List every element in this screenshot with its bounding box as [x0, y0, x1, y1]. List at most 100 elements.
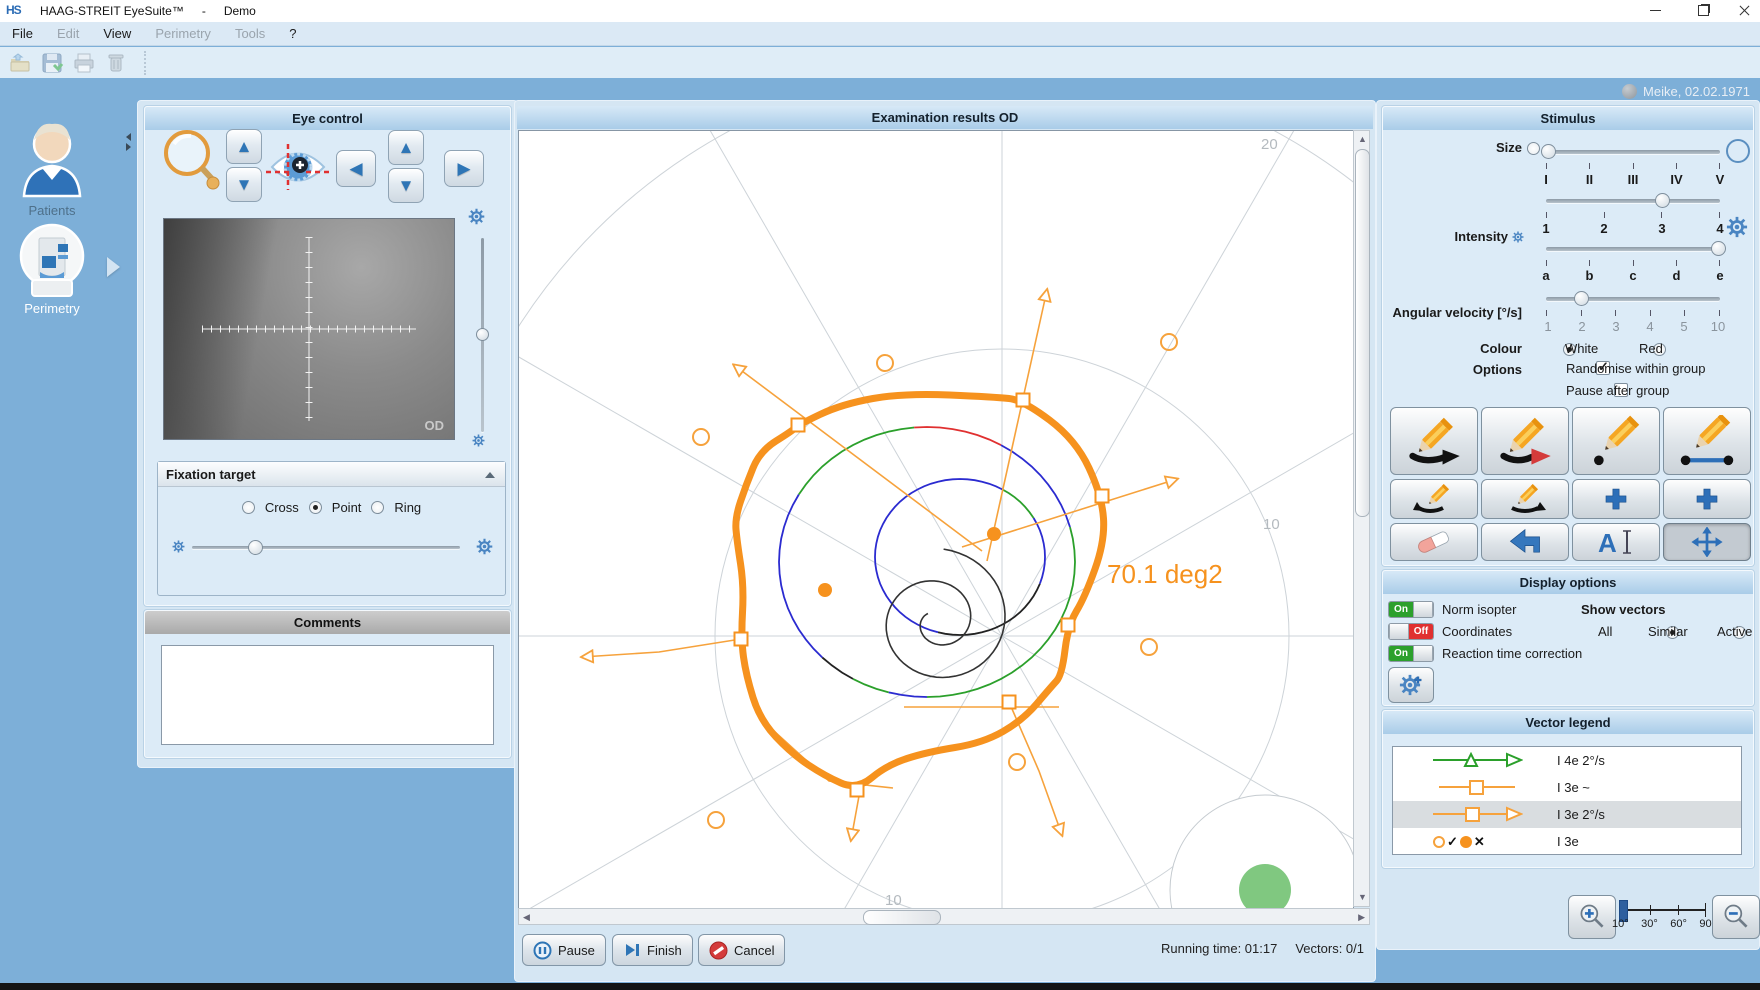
- magnifier-icon[interactable]: [160, 126, 222, 200]
- comments-textarea[interactable]: [161, 645, 494, 745]
- intensity-number-ticks: [1546, 212, 1720, 218]
- legend-row-3[interactable]: I 3e 2°/s: [1393, 801, 1741, 828]
- eye-tracking-icon[interactable]: [266, 138, 330, 196]
- angular-velocity-slider[interactable]: [1546, 297, 1720, 301]
- exam-hscrollbar[interactable]: ◀ ▶: [518, 908, 1370, 925]
- size-slider[interactable]: [1546, 150, 1720, 154]
- zoom-range-slider[interactable]: [1622, 909, 1706, 911]
- fixation-bright-icon[interactable]: [476, 538, 493, 555]
- eraser-button[interactable]: [1390, 523, 1478, 561]
- save-icon[interactable]: [40, 51, 64, 75]
- open-icon[interactable]: [8, 51, 32, 75]
- sidebar-item-patients[interactable]: Patients: [0, 203, 104, 218]
- draw-point-button[interactable]: [1572, 407, 1660, 475]
- restore-button[interactable]: [1688, 0, 1718, 21]
- fixation-target-title: Fixation target: [166, 467, 256, 482]
- exam-hscrollbar-thumb[interactable]: [863, 910, 941, 925]
- fixation-point-radio[interactable]: [309, 501, 322, 514]
- stimulus-preview-icon[interactable]: [1726, 139, 1750, 163]
- vector-legend-header: Vector legend: [1383, 711, 1753, 734]
- menu-view[interactable]: View: [103, 26, 131, 41]
- intensity-number-slider-thumb[interactable]: [1655, 193, 1670, 208]
- undo-button[interactable]: [1481, 523, 1569, 561]
- print-icon[interactable]: [72, 51, 96, 75]
- fixation-cross-radio[interactable]: [242, 501, 255, 514]
- norm-isopter-toggle[interactable]: On: [1388, 601, 1434, 618]
- cancel-icon: [709, 941, 728, 960]
- perimetry-icon[interactable]: [18, 222, 86, 300]
- patients-icon[interactable]: [16, 114, 88, 200]
- scroll-right-icon[interactable]: ▶: [1358, 913, 1365, 922]
- delete-icon[interactable]: [104, 51, 128, 75]
- draw-vector-button[interactable]: [1390, 407, 1478, 475]
- fixation-size-slider-thumb[interactable]: [248, 540, 263, 555]
- text-tool-button[interactable]: A: [1572, 523, 1660, 561]
- intensity-letter-slider[interactable]: [1546, 247, 1720, 251]
- options-label: Options: [1446, 362, 1522, 377]
- menu-bar: File Edit View Perimetry Tools ?: [0, 22, 1760, 46]
- size-slider-thumb[interactable]: [1541, 144, 1556, 159]
- exam-vscrollbar[interactable]: ▲ ▼: [1353, 130, 1370, 907]
- camera-gear-small-icon[interactable]: [472, 434, 485, 447]
- move-tool-button[interactable]: [1663, 523, 1751, 561]
- exam-status: Running time: 01:17 Vectors: 0/1: [964, 941, 1364, 956]
- menu-file[interactable]: File: [12, 26, 33, 41]
- window-title: HAAG-STREIT EyeSuite™ - Demo: [40, 4, 256, 18]
- exam-plot[interactable]: 20101070.1 deg2: [518, 130, 1354, 909]
- add-vector-button[interactable]: [1572, 479, 1660, 519]
- draw-line-button[interactable]: [1663, 407, 1751, 475]
- sidebar-item-perimetry[interactable]: Perimetry: [0, 301, 104, 316]
- collapse-chevron-icon[interactable]: [485, 472, 495, 478]
- minimize-button[interactable]: [1640, 0, 1670, 21]
- intensity-gear-small-icon[interactable]: [1512, 231, 1524, 243]
- add-isopter-button[interactable]: [1663, 479, 1751, 519]
- camera-settings-gear-icon[interactable]: [468, 208, 485, 225]
- toolbar-separator: [144, 51, 146, 75]
- stimulus-header: Stimulus: [1383, 107, 1753, 130]
- eye-left-button[interactable]: ◀: [336, 150, 376, 187]
- intensity-gear-icon[interactable]: [1726, 216, 1748, 238]
- scroll-left-icon[interactable]: ◀: [523, 913, 530, 922]
- fixation-ring-radio[interactable]: [371, 501, 384, 514]
- coordinates-toggle[interactable]: Off: [1388, 623, 1434, 640]
- edit-vector-button[interactable]: [1390, 479, 1478, 519]
- panel-collapse-handle[interactable]: [126, 133, 131, 151]
- eye-right-button[interactable]: ▶: [444, 150, 484, 187]
- svg-text:70.1 deg2: 70.1 deg2: [1107, 559, 1223, 589]
- draw-vector-red-button[interactable]: [1481, 407, 1569, 475]
- fixation-size-slider[interactable]: [192, 546, 460, 549]
- size-radio[interactable]: [1527, 142, 1540, 155]
- eye-up-button[interactable]: ▲: [226, 129, 262, 164]
- legend-row-1[interactable]: I 4e 2°/s: [1393, 747, 1741, 774]
- cancel-button[interactable]: Cancel: [698, 934, 785, 966]
- menu-help[interactable]: ?: [289, 26, 296, 41]
- eye-up2-button[interactable]: ▲: [388, 130, 424, 165]
- pause-button[interactable]: Pause: [522, 934, 606, 966]
- legend-row-2[interactable]: I 3e ~: [1393, 774, 1741, 801]
- legend-row-4[interactable]: ✓✕ I 3e: [1393, 828, 1741, 855]
- reaction-time-toggle[interactable]: On: [1388, 645, 1434, 662]
- fixation-dim-icon[interactable]: [172, 540, 185, 553]
- intensity-label-row: Intensity: [1430, 229, 1524, 244]
- eye-down-button[interactable]: ▼: [226, 167, 262, 202]
- scroll-up-icon[interactable]: ▲: [1358, 135, 1367, 144]
- angular-velocity-slider-thumb[interactable]: [1574, 291, 1589, 306]
- scroll-down-icon[interactable]: ▼: [1358, 893, 1367, 902]
- exam-header: Examination results OD: [517, 106, 1373, 129]
- exam-vscrollbar-thumb[interactable]: [1355, 149, 1370, 517]
- zoom-out-button[interactable]: [1712, 895, 1760, 939]
- edit-vector2-button[interactable]: [1481, 479, 1569, 519]
- legend-symbol-orange-vector-icon: [1433, 806, 1523, 823]
- zoom-in-button[interactable]: [1568, 895, 1616, 939]
- gear-plus-small-icon: [1413, 675, 1423, 685]
- window-title-session: Demo: [224, 4, 256, 18]
- intensity-number-slider[interactable]: [1546, 199, 1720, 203]
- fixation-target-header[interactable]: Fixation target: [158, 462, 505, 487]
- camera-zoom-slider-thumb[interactable]: [476, 328, 489, 341]
- close-button[interactable]: [1729, 0, 1759, 21]
- intensity-letter-slider-thumb[interactable]: [1711, 241, 1726, 256]
- eye-down2-button[interactable]: ▼: [388, 168, 424, 203]
- pencil-vector-red-icon: [1495, 415, 1555, 467]
- finish-button[interactable]: Finish: [612, 934, 693, 966]
- vector-settings-button[interactable]: [1388, 667, 1434, 703]
